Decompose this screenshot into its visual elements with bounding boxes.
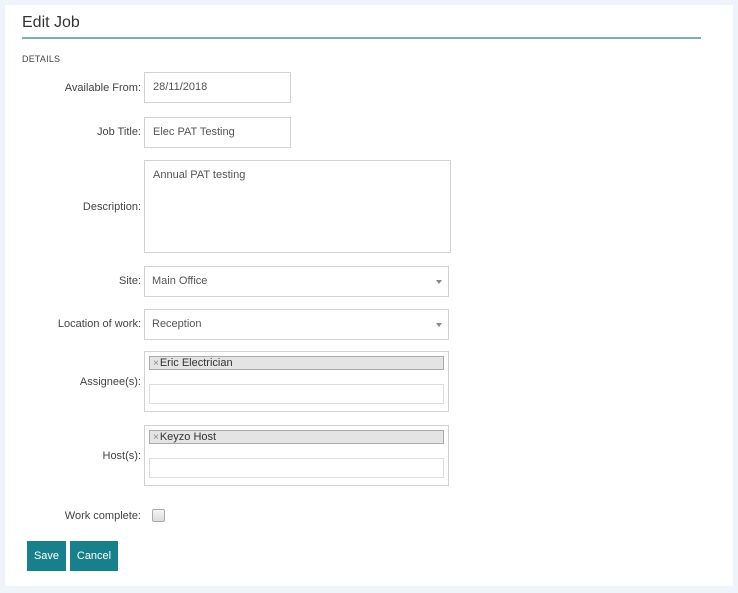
remove-tag-icon[interactable]: × — [153, 432, 159, 443]
host-tag: ×Keyzo Host — [149, 430, 444, 444]
hosts-multiselect[interactable]: ×Keyzo Host — [144, 425, 449, 486]
available-from-label: Available From: — [64, 82, 141, 94]
site-value: Main Office — [152, 275, 208, 287]
site-label: Site: — [118, 275, 141, 287]
assignees-label: Assignee(s): — [79, 376, 141, 388]
assignee-tag: ×Eric Electrician — [149, 356, 444, 370]
assignees-search-input[interactable] — [149, 384, 444, 404]
host-tag-label: Keyzo Host — [159, 431, 217, 443]
description-textarea[interactable]: Annual PAT testing — [144, 160, 451, 253]
description-value: Annual PAT testing — [153, 169, 246, 181]
remove-tag-icon[interactable]: × — [153, 358, 159, 369]
save-button[interactable]: Save — [27, 541, 66, 571]
work-complete-label: Work complete: — [64, 510, 141, 522]
hosts-search-input[interactable] — [149, 458, 444, 478]
assignee-tag-label: Eric Electrician — [159, 357, 233, 369]
cancel-button[interactable]: Cancel — [70, 541, 118, 571]
assignees-multiselect[interactable]: ×Eric Electrician — [144, 351, 449, 412]
chevron-down-icon — [436, 323, 442, 327]
location-value: Reception — [152, 318, 202, 330]
hosts-label: Host(s): — [102, 450, 142, 462]
work-complete-checkbox[interactable] — [152, 509, 165, 522]
chevron-down-icon — [436, 280, 442, 284]
title-divider — [22, 37, 701, 39]
section-label: DETAILS — [22, 54, 61, 64]
page-title: Edit Job — [22, 14, 80, 31]
location-label: Location of work: — [57, 318, 141, 330]
job-title-label: Job Title: — [96, 126, 141, 138]
description-label: Description: — [82, 201, 141, 213]
available-from-value: 28/11/2018 — [153, 81, 208, 93]
available-from-input[interactable]: 28/11/2018 — [144, 72, 291, 103]
job-title-value: Elec PAT Testing — [153, 126, 235, 138]
location-select[interactable]: Reception — [144, 309, 449, 340]
site-select[interactable]: Main Office — [144, 266, 449, 297]
job-title-input[interactable]: Elec PAT Testing — [144, 117, 291, 148]
